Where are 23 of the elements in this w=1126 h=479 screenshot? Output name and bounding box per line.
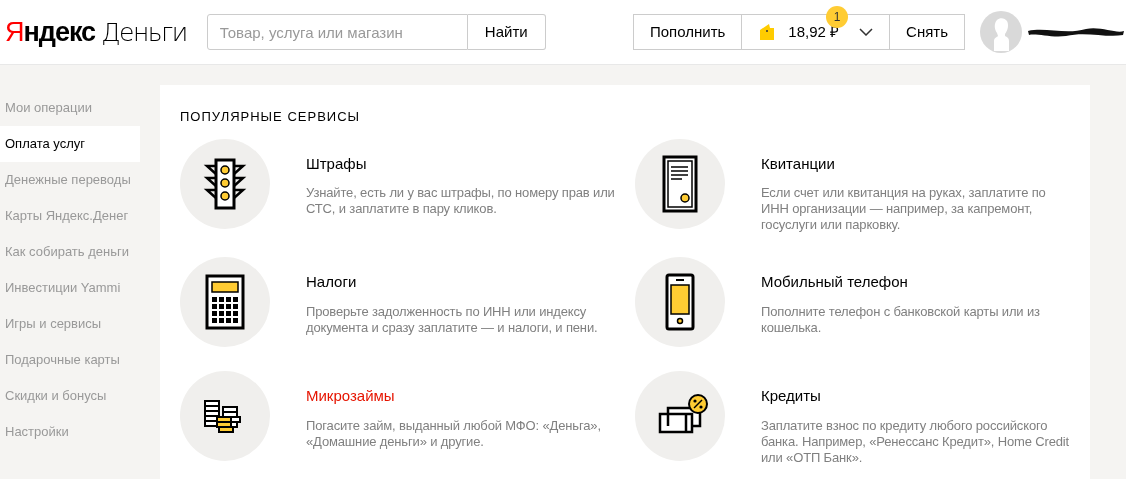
wallet-icon xyxy=(758,23,777,41)
section-title: ПОПУЛЯРНЫЕ СЕРВИСЫ xyxy=(180,108,362,126)
service-link[interactable]: Микрозаймы xyxy=(306,385,395,408)
service-description: Проверьте задолженность по ИНН или индексу документа и сразу заплатите — и налоги, и пени. xyxy=(306,303,599,336)
avatar-icon[interactable] xyxy=(980,11,1022,53)
search-field[interactable]: Товар, услуга или магазин xyxy=(206,14,468,50)
service-description: Заплатите взнос по кредиту любого российского банка. Например, «Ренессанс Кредит», Home Credit или «ОТП Банк». xyxy=(761,417,1070,466)
service-description: Пополните телефон с банковской карты или из кошелька. xyxy=(761,303,1041,336)
service-link[interactable]: Налоги xyxy=(306,271,357,294)
service-link[interactable]: Штрафы xyxy=(306,152,367,175)
chevron-down-icon xyxy=(859,28,874,36)
logo[interactable]: Яндекс Деньги xyxy=(5,18,187,46)
search-button[interactable]: Найти xyxy=(467,14,546,50)
notification-badge: 1 xyxy=(826,6,848,28)
service-link[interactable]: Кредиты xyxy=(761,385,821,408)
service-link[interactable]: Мобильный телефон xyxy=(761,271,908,294)
top-up-button[interactable]: Пополнить xyxy=(633,14,743,50)
service-description: Погасите займ, выданный любой МФО: «Деньга», «Домашние деньги» и другие. xyxy=(306,417,602,450)
sidebar-item[interactable]: Оплата услуг xyxy=(0,126,140,162)
service-link[interactable]: Квитанции xyxy=(761,152,835,175)
service-description: Если счет или квитанция на руках, заплатите по ИНН организации — например, за капремонт, госуслуги или парковку. xyxy=(761,185,1047,233)
withdraw-button[interactable]: Снять xyxy=(890,14,965,50)
service-description: Узнайте, есть ли у вас штрафы, по номеру прав или СТС, и заплатите в пару кликов. xyxy=(306,185,616,217)
